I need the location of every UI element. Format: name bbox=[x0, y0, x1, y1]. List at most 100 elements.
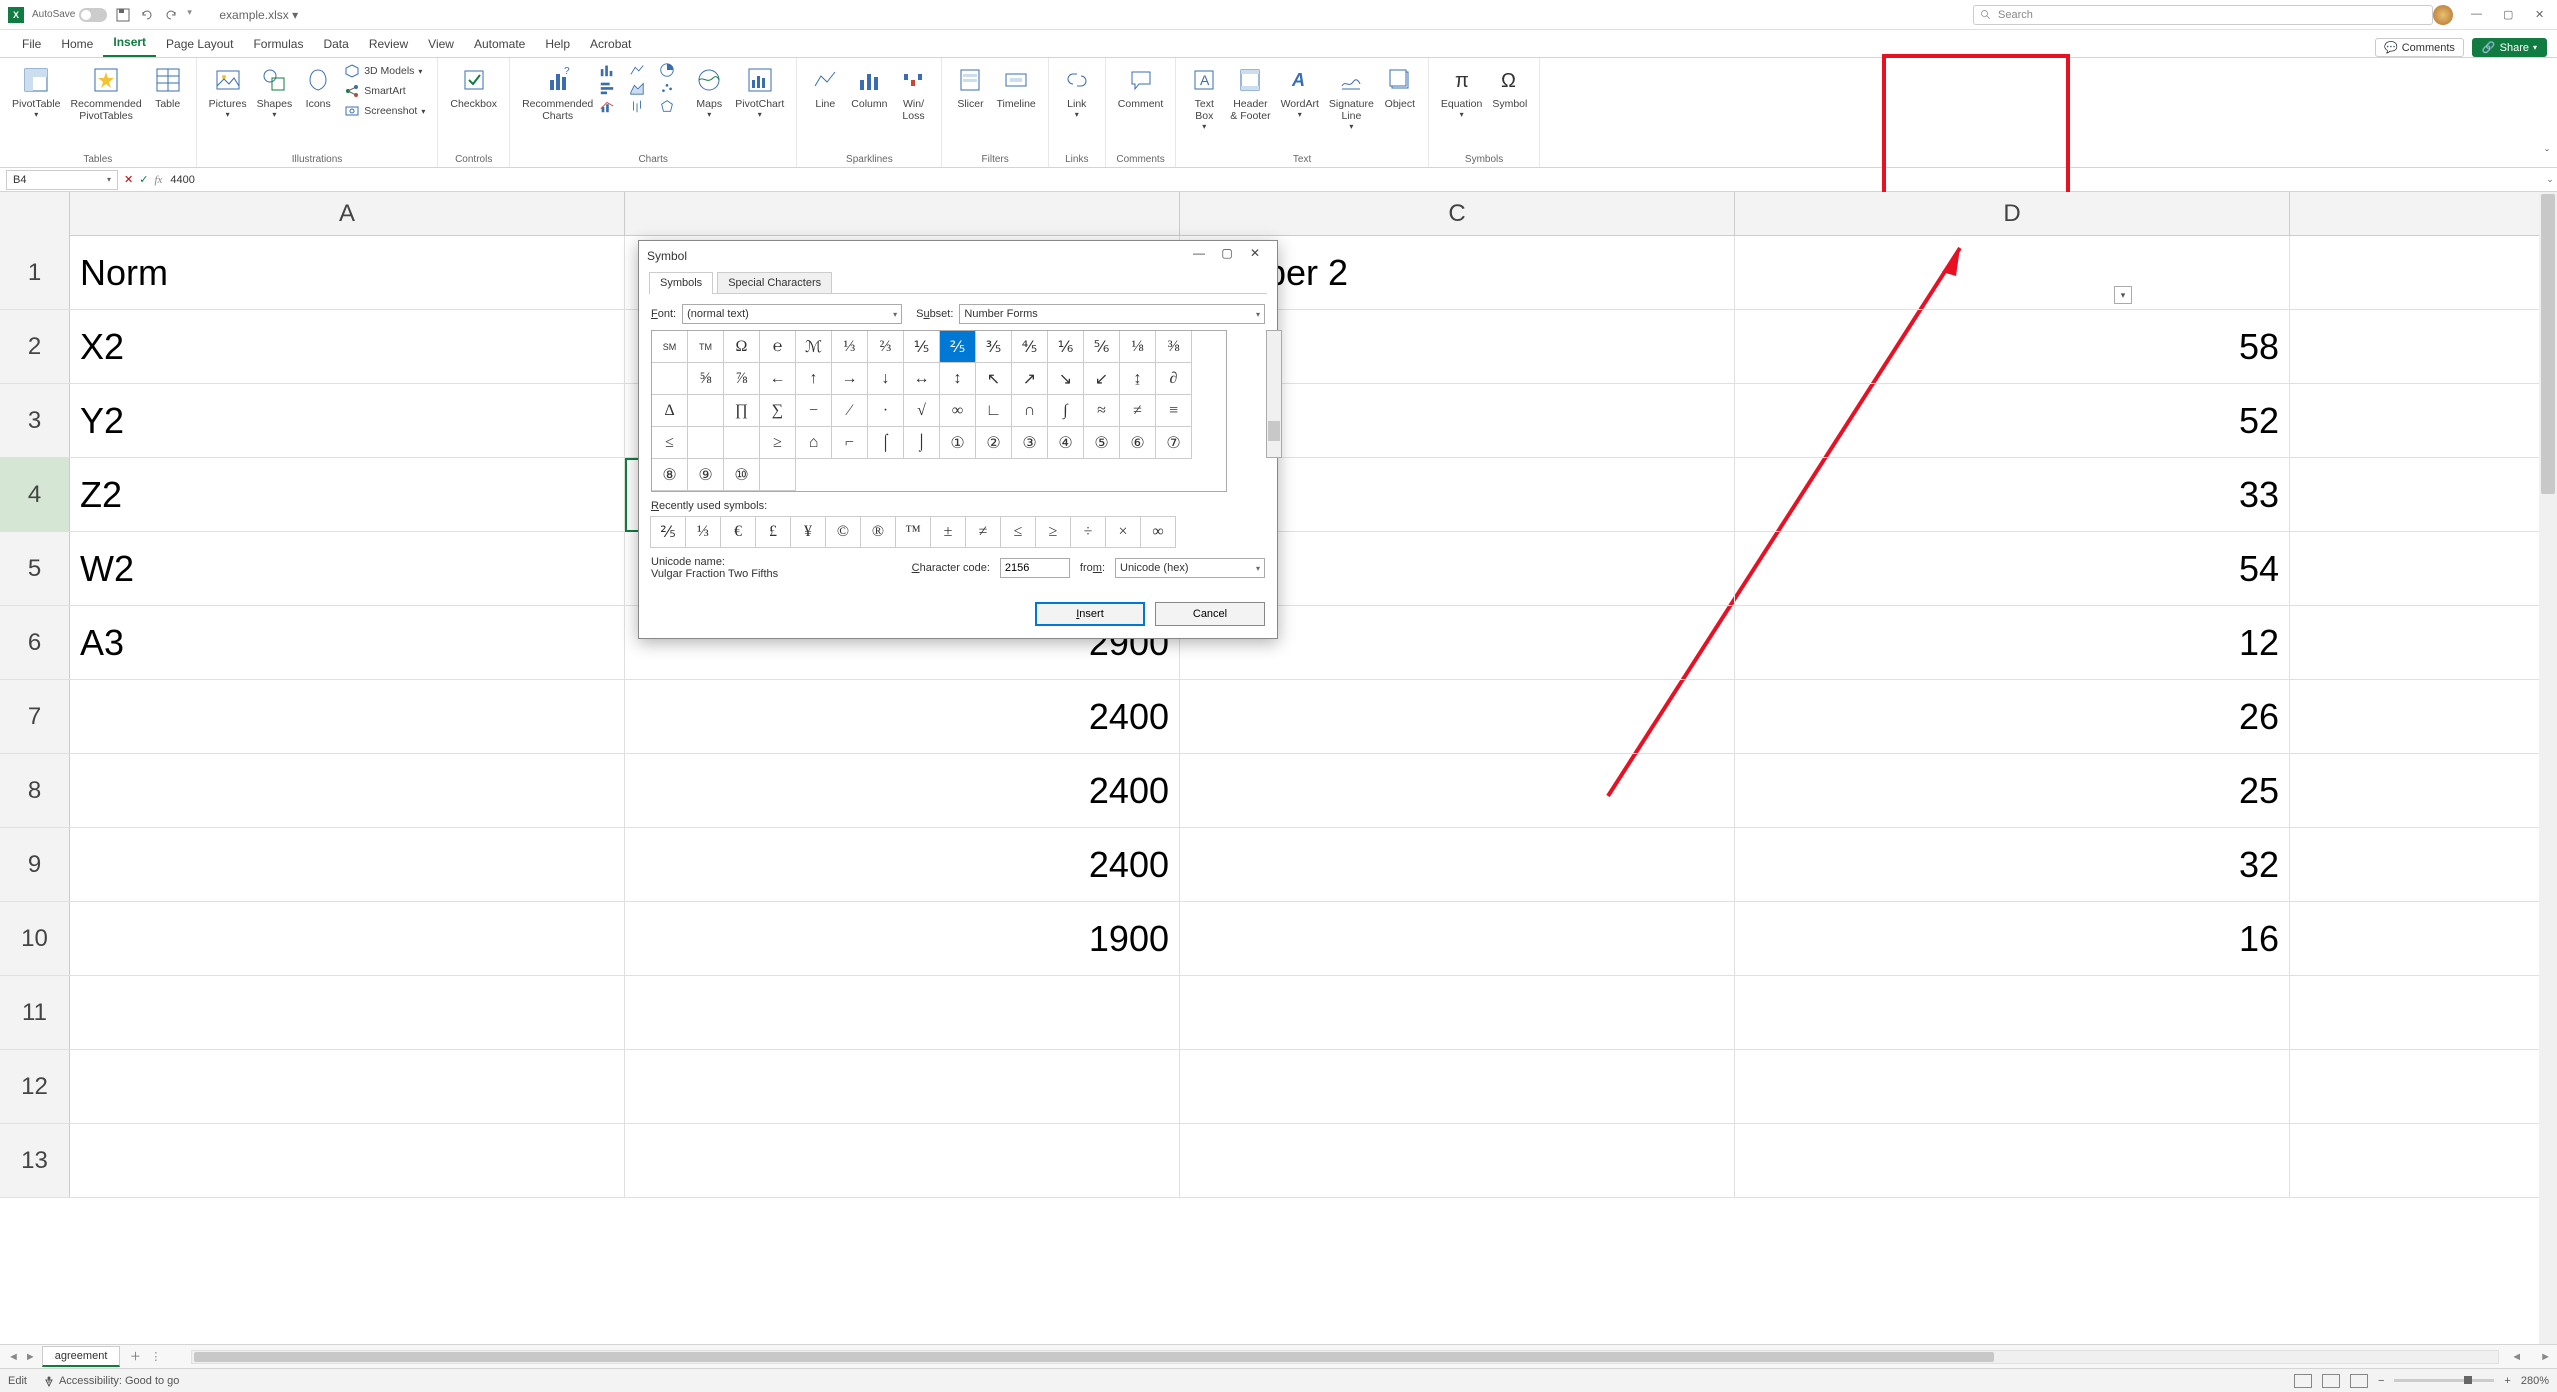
recent-symbol-cell[interactable]: ⅓ bbox=[685, 516, 721, 548]
recent-symbol-cell[interactable]: ≠ bbox=[965, 516, 1001, 548]
cell[interactable]: 2400 bbox=[625, 828, 1180, 901]
subset-select[interactable]: Number Forms▾ bbox=[959, 304, 1265, 324]
row-header[interactable]: 13 bbox=[0, 1124, 70, 1197]
cell[interactable]: 58 bbox=[1735, 310, 2290, 383]
dialog-tab-special[interactable]: Special Characters bbox=[717, 272, 832, 294]
close-icon[interactable]: ✕ bbox=[2535, 8, 2549, 22]
filename-label[interactable]: example.xlsx ▾ bbox=[219, 8, 298, 22]
recent-symbol-cell[interactable]: ⅖ bbox=[650, 516, 686, 548]
maximize-icon[interactable]: ▢ bbox=[2503, 8, 2517, 22]
symbol-cell[interactable]: √ bbox=[904, 395, 940, 427]
row-header[interactable]: 1 bbox=[0, 236, 70, 309]
cell[interactable]: 1900 bbox=[625, 902, 1180, 975]
cell[interactable] bbox=[70, 680, 625, 753]
dialog-titlebar[interactable]: Symbol — ▢ ✕ bbox=[639, 241, 1277, 271]
symbol-cell[interactable]: ③ bbox=[1012, 427, 1048, 459]
cell[interactable]: 16 bbox=[1735, 902, 2290, 975]
symbol-grid-scrollbar[interactable] bbox=[1266, 330, 1282, 458]
recent-symbol-cell[interactable]: ≤ bbox=[1000, 516, 1036, 548]
wordart-button[interactable]: AWordArt▾ bbox=[1277, 62, 1323, 121]
row-header[interactable]: 3 bbox=[0, 384, 70, 457]
symbol-cell[interactable]: ↘ bbox=[1048, 363, 1084, 395]
cell[interactable]: 26 bbox=[1735, 680, 2290, 753]
cell[interactable] bbox=[70, 828, 625, 901]
symbol-cell[interactable]: ④ bbox=[1048, 427, 1084, 459]
symbol-cell[interactable]: ⌂ bbox=[796, 427, 832, 459]
cell[interactable] bbox=[70, 1124, 625, 1197]
row-header[interactable]: 12 bbox=[0, 1050, 70, 1123]
vertical-scrollbar[interactable] bbox=[2539, 192, 2557, 1344]
row-header[interactable]: 7 bbox=[0, 680, 70, 753]
spark-column-button[interactable]: Column bbox=[847, 62, 891, 112]
3dmodels-button[interactable]: 3D Models ▾ bbox=[340, 62, 429, 80]
tab-scroll-options-icon[interactable]: ⋮ bbox=[150, 1350, 161, 1363]
cell[interactable] bbox=[625, 1124, 1180, 1197]
cell[interactable] bbox=[70, 976, 625, 1049]
pie-chart-icon[interactable] bbox=[659, 62, 675, 78]
cell[interactable] bbox=[1180, 976, 1735, 1049]
symbol-cell[interactable]: ⌐ bbox=[832, 427, 868, 459]
pivotchart-button[interactable]: PivotChart▾ bbox=[731, 62, 788, 121]
symbol-cell[interactable]: ⅘ bbox=[1012, 331, 1048, 363]
symbol-cell[interactable]: ↨ bbox=[1120, 363, 1156, 395]
insert-button[interactable]: Insert bbox=[1035, 602, 1145, 626]
recent-symbol-cell[interactable]: ∞ bbox=[1140, 516, 1176, 548]
scrollbar-thumb[interactable] bbox=[1268, 421, 1280, 441]
symbol-cell[interactable]: ↖ bbox=[976, 363, 1012, 395]
symbol-cell[interactable]: ↕ bbox=[940, 363, 976, 395]
cell[interactable] bbox=[1180, 680, 1735, 753]
bar-chart-icon[interactable] bbox=[599, 80, 615, 96]
symbol-cell[interactable]: ⅗ bbox=[976, 331, 1012, 363]
recent-symbol-cell[interactable]: ÷ bbox=[1070, 516, 1106, 548]
tab-home[interactable]: Home bbox=[51, 32, 103, 57]
symbol-cell[interactable]: ⅔ bbox=[868, 331, 904, 363]
expand-formula-bar-icon[interactable]: ⌄ bbox=[2543, 174, 2557, 185]
symbol-cell[interactable]: ↑ bbox=[796, 363, 832, 395]
cell[interactable] bbox=[625, 976, 1180, 1049]
sheet-tab-agreement[interactable]: agreement bbox=[42, 1346, 121, 1367]
cell[interactable]: 2400 bbox=[625, 680, 1180, 753]
symbol-cell[interactable] bbox=[724, 427, 760, 459]
symbol-cell[interactable]: ← bbox=[760, 363, 796, 395]
headerfooter-button[interactable]: Header & Footer bbox=[1226, 62, 1274, 124]
symbol-cell[interactable]: ≡ bbox=[1156, 395, 1192, 427]
tab-view[interactable]: View bbox=[418, 32, 464, 57]
hscroll-thumb[interactable] bbox=[194, 1352, 1994, 1362]
symbol-cell[interactable] bbox=[688, 427, 724, 459]
symbol-cell[interactable]: ∆ bbox=[652, 395, 688, 427]
user-avatar-icon[interactable] bbox=[2433, 5, 2453, 25]
scatter-chart-icon[interactable] bbox=[659, 80, 675, 96]
zoom-out-icon[interactable]: − bbox=[2378, 1375, 2384, 1387]
symbol-cell[interactable]: ⑨ bbox=[688, 459, 724, 491]
pivottable-button[interactable]: PivotTable▾ bbox=[8, 62, 64, 121]
cell[interactable]: 52 bbox=[1735, 384, 2290, 457]
recent-symbol-cell[interactable]: © bbox=[825, 516, 861, 548]
stock-chart-icon[interactable] bbox=[629, 98, 645, 114]
column-chart-icon[interactable] bbox=[599, 62, 615, 78]
comments-button[interactable]: 💬Comments bbox=[2375, 38, 2464, 57]
maps-button[interactable]: Maps▾ bbox=[689, 62, 729, 121]
font-select[interactable]: (normal text)▾ bbox=[682, 304, 902, 324]
timeline-button[interactable]: Timeline bbox=[992, 62, 1039, 112]
area-chart-icon[interactable] bbox=[629, 80, 645, 96]
table-button[interactable]: Table bbox=[148, 62, 188, 112]
recent-symbol-cell[interactable]: ± bbox=[930, 516, 966, 548]
symbol-cell[interactable]: ℮ bbox=[760, 331, 796, 363]
collapse-ribbon-icon[interactable]: ˇ bbox=[2545, 147, 2549, 161]
symbol-cell[interactable]: ⑥ bbox=[1120, 427, 1156, 459]
row-header[interactable]: 4 bbox=[0, 458, 70, 531]
symbol-cell[interactable]: ⅜ bbox=[1156, 331, 1192, 363]
scroll-left-icon[interactable]: ◄ bbox=[2505, 1351, 2528, 1363]
cell[interactable] bbox=[1735, 236, 2290, 309]
symbol-cell[interactable]: ≤ bbox=[652, 427, 688, 459]
recent-symbol-cell[interactable]: £ bbox=[755, 516, 791, 548]
horizontal-scrollbar[interactable] bbox=[191, 1350, 2499, 1364]
symbol-cell[interactable]: ↗ bbox=[1012, 363, 1048, 395]
accessibility-status[interactable]: Accessibility: Good to go bbox=[43, 1375, 179, 1387]
symbol-cell[interactable]: ⅚ bbox=[1084, 331, 1120, 363]
signature-button[interactable]: Signature Line▾ bbox=[1325, 62, 1378, 133]
tab-acrobat[interactable]: Acrobat bbox=[580, 32, 641, 57]
radar-chart-icon[interactable] bbox=[659, 98, 675, 114]
shapes-button[interactable]: Shapes▾ bbox=[253, 62, 297, 121]
symbol-cell[interactable]: ≠ bbox=[1120, 395, 1156, 427]
